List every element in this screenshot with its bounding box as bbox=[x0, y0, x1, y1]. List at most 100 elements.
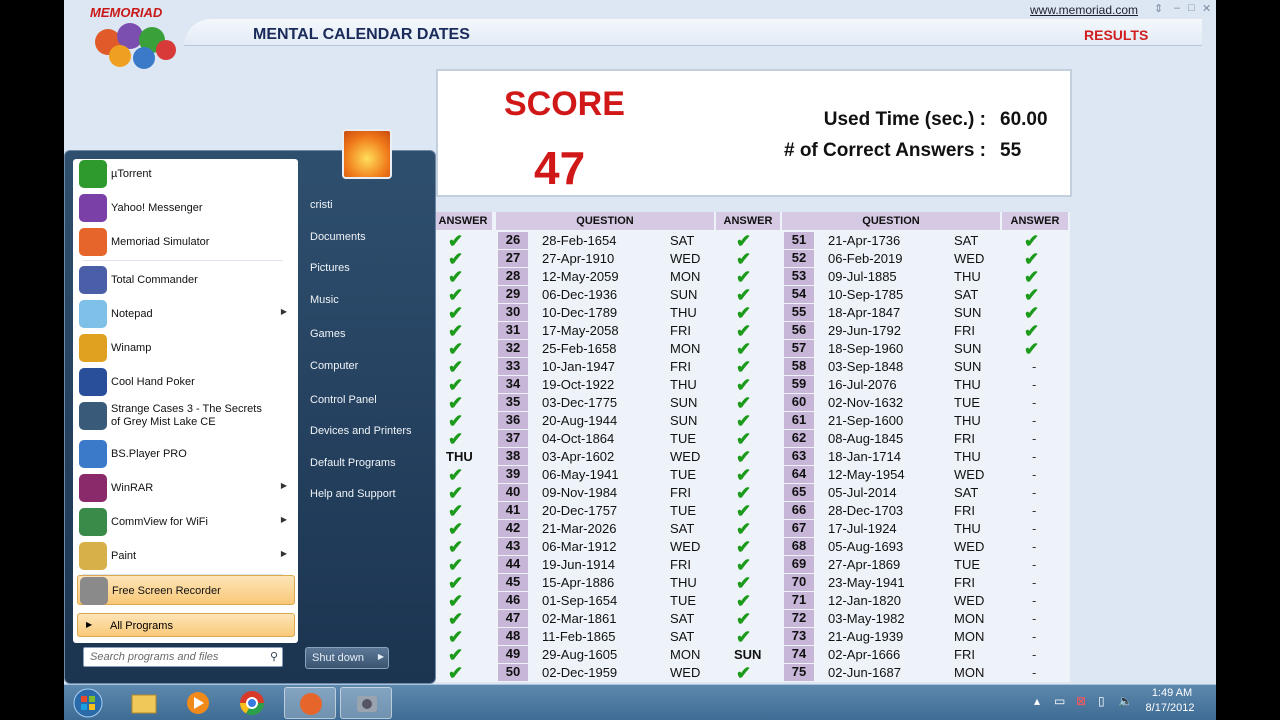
start-menu-item[interactable]: Paint ▶ bbox=[77, 541, 295, 571]
shutdown-button[interactable]: Shut down ▶ bbox=[305, 647, 389, 669]
correct-check-icon: ✔ bbox=[736, 627, 752, 647]
tray-network-icon[interactable]: ⊠ bbox=[1076, 694, 1086, 708]
tray-power-icon[interactable]: ▯ bbox=[1098, 694, 1105, 708]
chrome-icon[interactable] bbox=[226, 687, 278, 719]
table-row: ✔ 36 20-Aug-1944 SUN ✔ 61 21-Sep-1600 THU - bbox=[434, 412, 1070, 430]
question-date: 03-Dec-1775 bbox=[542, 395, 618, 410]
question-date: 29-Jun-1792 bbox=[828, 323, 901, 338]
all-programs-button[interactable]: ▶ All Programs bbox=[77, 613, 295, 637]
file-explorer-icon[interactable] bbox=[118, 687, 170, 719]
start-menu-place-computer[interactable]: Computer bbox=[310, 360, 358, 372]
question-number: 35 bbox=[498, 394, 528, 411]
start-menu-item[interactable]: Winamp bbox=[77, 333, 295, 363]
question-number: 54 bbox=[784, 286, 814, 303]
correct-check-icon: ✔ bbox=[448, 357, 464, 377]
unanswered-dash: - bbox=[1032, 539, 1037, 554]
table-row: ✔ 27 27-Apr-1910 WED ✔ 52 06-Feb-2019 WED ✔ bbox=[434, 250, 1070, 268]
start-menu-item[interactable]: WinRAR ▶ bbox=[77, 473, 295, 503]
user-picture[interactable] bbox=[342, 129, 392, 179]
tray-display-icon[interactable]: ▭ bbox=[1054, 694, 1065, 708]
windows-start-orb-icon[interactable] bbox=[64, 687, 112, 719]
resize-icon[interactable]: ⇕ bbox=[1154, 2, 1163, 15]
user-name-link[interactable]: cristi bbox=[310, 199, 333, 211]
start-menu-item[interactable]: Free Screen Recorder bbox=[77, 575, 295, 605]
question-number: 32 bbox=[498, 340, 528, 357]
question-number: 38 bbox=[498, 448, 528, 465]
start-menu-item[interactable]: CommView for WiFi ▶ bbox=[77, 507, 295, 537]
question-date: 20-Dec-1757 bbox=[542, 503, 618, 518]
question-number: 52 bbox=[784, 250, 814, 267]
media-player-icon[interactable] bbox=[172, 687, 224, 719]
tray-volume-icon[interactable]: 🔈 bbox=[1118, 694, 1133, 708]
start-menu-place-music[interactable]: Music bbox=[310, 294, 339, 306]
wrong-answer-text: SUN bbox=[734, 647, 762, 662]
clock-date[interactable]: 8/17/2012 bbox=[1142, 702, 1198, 714]
question-number: 47 bbox=[498, 610, 528, 627]
start-search-input[interactable]: Search programs and files ⚲ bbox=[83, 647, 283, 667]
tray-arrow-icon[interactable]: ▴ bbox=[1034, 694, 1040, 708]
logo-text: MEMORIAD bbox=[90, 5, 163, 20]
correct-check-icon: ✔ bbox=[736, 483, 752, 503]
unanswered-dash: - bbox=[1032, 629, 1037, 644]
start-menu-item-label: CommView for WiFi bbox=[111, 516, 208, 528]
weekday-answer: MON bbox=[670, 341, 701, 356]
start-menu-item[interactable]: Yahoo! Messenger bbox=[77, 193, 295, 223]
column-header-answer: ANSWER bbox=[716, 212, 780, 230]
weekday-answer: WED bbox=[954, 539, 985, 554]
question-number: 30 bbox=[498, 304, 528, 321]
start-menu-item-label: Notepad bbox=[111, 308, 153, 320]
question-date: 04-Oct-1864 bbox=[542, 431, 615, 446]
website-link[interactable]: www.memoriad.com bbox=[1030, 3, 1138, 17]
weekday-answer: THU bbox=[670, 575, 697, 590]
correct-check-icon: ✔ bbox=[736, 393, 752, 413]
shutdown-options-arrow-icon[interactable]: ▶ bbox=[378, 652, 384, 661]
screen-recorder-icon[interactable] bbox=[340, 687, 392, 719]
start-menu-item[interactable]: Cool Hand Poker bbox=[77, 367, 295, 397]
question-date: 29-Aug-1605 bbox=[542, 647, 618, 662]
score-value: 47 bbox=[534, 142, 586, 194]
correct-check-icon: ✔ bbox=[448, 375, 464, 395]
close-icon[interactable]: ✕ bbox=[1202, 2, 1211, 15]
start-menu-item[interactable]: Notepad ▶ bbox=[77, 299, 295, 329]
correct-check-icon: ✔ bbox=[448, 483, 464, 503]
score-panel: SCORE 47 Used Time (sec.) : 60.00 # of C… bbox=[436, 69, 1072, 197]
maximize-icon[interactable]: □ bbox=[1188, 2, 1195, 14]
question-number: 67 bbox=[784, 520, 814, 537]
correct-check-icon: ✔ bbox=[1024, 339, 1040, 359]
start-menu-item[interactable]: Strange Cases 3 - The Secrets of Grey Mi… bbox=[77, 401, 295, 431]
memoriad-taskbar-icon[interactable] bbox=[284, 687, 336, 719]
floppy-disk-icon bbox=[79, 266, 107, 294]
table-row: THU 38 03-Apr-1602 WED ✔ 63 18-Jan-1714 THU - bbox=[434, 448, 1070, 466]
start-menu-item[interactable]: BS.Player PRO bbox=[77, 439, 295, 469]
start-menu-item[interactable]: Total Commander bbox=[77, 265, 295, 295]
correct-check-icon: ✔ bbox=[736, 429, 752, 449]
start-menu-place-help-and-support[interactable]: Help and Support bbox=[310, 488, 396, 500]
start-menu-place-pictures[interactable]: Pictures bbox=[310, 262, 350, 274]
table-row: ✔ 29 06-Dec-1936 SUN ✔ 54 10-Sep-1785 SAT ✔ bbox=[434, 286, 1070, 304]
start-menu-place-control-panel[interactable]: Control Panel bbox=[310, 394, 377, 406]
clock-time[interactable]: 1:49 AM bbox=[1148, 687, 1196, 699]
start-menu-place-devices-and-printers[interactable]: Devices and Printers bbox=[310, 425, 412, 437]
start-menu-item-label: Total Commander bbox=[111, 274, 198, 286]
table-row: ✔ 46 01-Sep-1654 TUE ✔ 71 12-Jan-1820 WED - bbox=[434, 592, 1070, 610]
start-menu-place-default-programs[interactable]: Default Programs bbox=[310, 457, 396, 469]
column-header-answer: ANSWER bbox=[434, 212, 492, 230]
arrow-right-icon: ▶ bbox=[86, 620, 93, 629]
unanswered-dash: - bbox=[1032, 413, 1037, 428]
start-menu-place-documents[interactable]: Documents bbox=[310, 231, 366, 243]
correct-check-icon: ✔ bbox=[448, 501, 464, 521]
start-menu-item-label: Free Screen Recorder bbox=[112, 585, 221, 597]
weekday-answer: THU bbox=[954, 449, 981, 464]
start-menu-item[interactable]: Memoriad Simulator bbox=[77, 227, 295, 257]
taskbar: ▴ ▭ ⊠ ▯ 🔈 1:49 AM 8/17/2012 bbox=[64, 684, 1216, 720]
question-number: 55 bbox=[784, 304, 814, 321]
start-menu-place-games[interactable]: Games bbox=[310, 328, 345, 340]
correct-check-icon: ✔ bbox=[1024, 285, 1040, 305]
correct-check-icon: ✔ bbox=[736, 537, 752, 557]
question-date: 10-Dec-1789 bbox=[542, 305, 618, 320]
minimize-icon[interactable]: – bbox=[1174, 2, 1180, 14]
unanswered-dash: - bbox=[1032, 449, 1037, 464]
start-menu-item[interactable]: µTorrent bbox=[77, 159, 295, 189]
memoriad-brain-icon bbox=[79, 228, 107, 256]
weekday-answer: THU bbox=[670, 377, 697, 392]
